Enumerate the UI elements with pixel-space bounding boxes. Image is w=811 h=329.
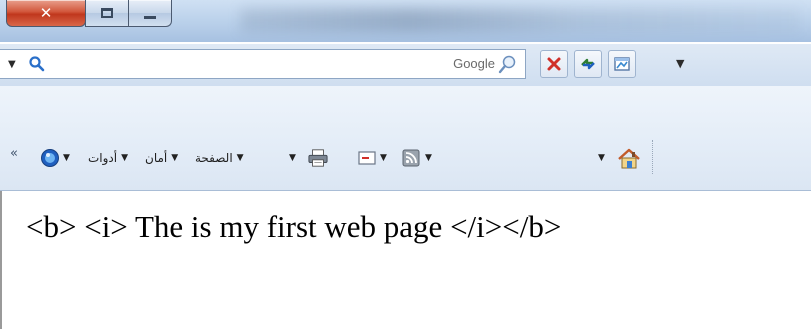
search-box[interactable]: ▼ Google [0, 49, 526, 79]
feeds-dropdown-arrow: ▼ [425, 153, 432, 163]
title-bar: ✕ [0, 0, 811, 42]
tools-dropdown-arrow: ▼ [121, 153, 129, 163]
safety-label: أمان [145, 151, 168, 165]
compatibility-view-icon [614, 57, 630, 71]
search-placeholder: Google [453, 56, 495, 71]
safety-dropdown-arrow: ▼ [171, 153, 179, 163]
home-dropdown-arrow: ▼ [598, 153, 605, 163]
print-dropdown-arrow: ▼ [289, 153, 296, 163]
home-dropdown[interactable]: ▼ [598, 146, 605, 170]
restore-icon [101, 8, 113, 18]
read-mail-icon[interactable] [357, 148, 377, 168]
print-icon[interactable] [308, 148, 328, 168]
help-icon [41, 149, 59, 167]
help-dropdown-arrow: ▼ [63, 153, 70, 163]
page-label: الصفحة [195, 151, 233, 165]
command-bar-overflow[interactable]: « [10, 146, 18, 161]
caption-buttons: ✕ [6, 0, 172, 30]
tools-label: أدوات [88, 151, 118, 165]
search-provider-dropdown[interactable]: ▼ [8, 59, 16, 70]
search-go-icon[interactable] [497, 54, 519, 76]
minimize-icon [144, 15, 156, 19]
page-body-text: <b> <i> The is my first web page </i></b… [26, 209, 562, 244]
home-icon[interactable] [617, 148, 641, 170]
page-dropdown-arrow: ▼ [236, 153, 244, 163]
navigation-row: ▼ Google ▼ [0, 44, 811, 86]
tools-menu[interactable]: ▼ أدوات [88, 146, 128, 170]
mail-dropdown[interactable]: ▼ [380, 146, 387, 170]
compatibility-view-button[interactable] [608, 50, 636, 78]
command-bar-separator [652, 140, 655, 174]
maximize-button[interactable] [85, 0, 129, 27]
help-menu[interactable]: ▼ [40, 146, 70, 170]
page-menu[interactable]: ▼ الصفحة [195, 146, 244, 170]
window-title-blurred [240, 8, 800, 32]
feeds-dropdown[interactable]: ▼ [425, 146, 432, 170]
safety-menu[interactable]: ▼ أمان [145, 146, 178, 170]
nav-more-dropdown[interactable]: ▼ [676, 57, 684, 70]
refresh-button[interactable] [574, 50, 602, 78]
close-icon: ✕ [39, 4, 53, 22]
feeds-icon[interactable] [401, 148, 421, 168]
refresh-icon [581, 58, 595, 70]
magnifier-icon [29, 56, 45, 72]
minimize-button[interactable] [128, 0, 172, 27]
print-dropdown[interactable]: ▼ [289, 146, 296, 170]
stop-icon [547, 57, 561, 71]
page-content: <b> <i> The is my first web page </i></b… [0, 191, 811, 329]
command-bar: « ▼ ▼ أدوات ▼ أمان ▼ الصفحة ▼ ▼ ▼ ▼ [0, 86, 811, 191]
mail-dropdown-arrow: ▼ [380, 153, 387, 163]
close-button[interactable]: ✕ [6, 0, 86, 27]
stop-button[interactable] [540, 50, 568, 78]
